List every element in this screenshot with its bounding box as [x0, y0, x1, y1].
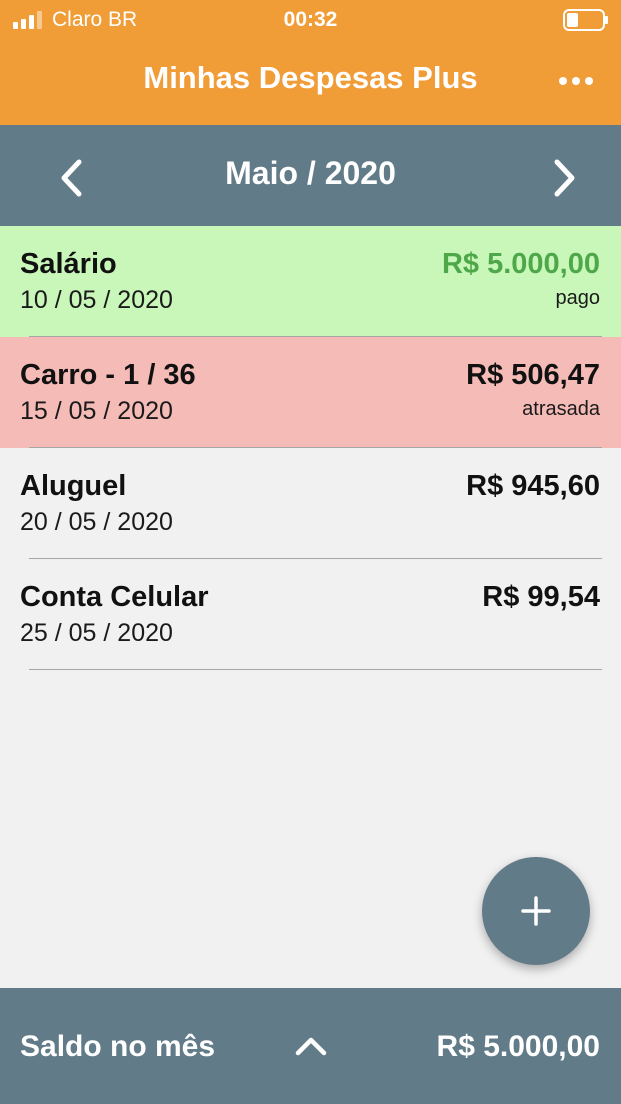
- list-item-carro[interactable]: Carro - 1 / 36 15 / 05 / 2020 R$ 506,47 …: [0, 337, 621, 448]
- entry-amount: R$ 506,47: [466, 359, 600, 391]
- expense-list: Salário 10 / 05 / 2020 R$ 5.000,00 pago …: [0, 226, 621, 670]
- list-item-salario[interactable]: Salário 10 / 05 / 2020 R$ 5.000,00 pago: [0, 226, 621, 337]
- entry-date: 15 / 05 / 2020: [20, 397, 173, 425]
- entry-name: Salário: [20, 248, 117, 280]
- entry-name: Conta Celular: [20, 581, 209, 613]
- entry-date: 20 / 05 / 2020: [20, 508, 173, 536]
- balance-value: R$ 5.000,00: [436, 1030, 600, 1063]
- entry-status: atrasada: [522, 398, 600, 420]
- balance-label: Saldo no mês: [20, 1030, 216, 1063]
- more-horizontal-icon: [559, 77, 593, 85]
- more-options-button[interactable]: [552, 66, 600, 96]
- list-item-aluguel[interactable]: Aluguel 20 / 05 / 2020 R$ 945,60: [0, 448, 621, 559]
- entry-amount: R$ 945,60: [466, 470, 600, 502]
- current-month-label: Maio / 2020: [225, 155, 396, 191]
- battery-icon: [563, 9, 608, 31]
- entry-date: 25 / 05 / 2020: [20, 619, 173, 647]
- balance-footer: Saldo no mês R$ 5.000,00: [0, 988, 621, 1104]
- chevron-right-icon: [554, 159, 575, 197]
- status-time: 00:32: [283, 8, 338, 31]
- entry-name: Carro - 1 / 36: [20, 359, 196, 391]
- entry-name: Aluguel: [20, 470, 127, 502]
- entry-date: 10 / 05 / 2020: [20, 286, 173, 314]
- list-item-conta-celular[interactable]: Conta Celular 25 / 05 / 2020 R$ 99,54: [0, 559, 621, 670]
- status-bar: Claro BR 00:32: [0, 0, 621, 40]
- chevron-up-icon: [295, 1037, 327, 1056]
- app-header: Claro BR 00:32 Minhas Despesas Plus: [0, 0, 621, 125]
- entry-amount: R$ 5.000,00: [441, 248, 600, 280]
- next-month-button[interactable]: [540, 153, 590, 203]
- plus-icon: [521, 896, 551, 926]
- entry-amount: R$ 99,54: [482, 581, 600, 613]
- row-divider: [29, 669, 602, 670]
- add-entry-button[interactable]: [482, 857, 590, 965]
- entry-status: pago: [555, 287, 601, 309]
- expand-summary-button[interactable]: [289, 1028, 333, 1064]
- month-navigator: Maio / 2020: [0, 125, 621, 226]
- page-title: Minhas Despesas Plus: [143, 60, 478, 95]
